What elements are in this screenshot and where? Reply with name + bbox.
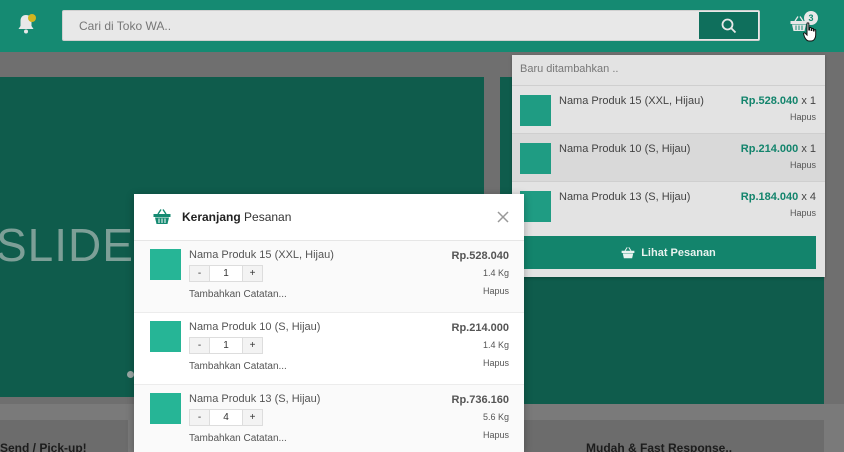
hand-cursor-icon bbox=[803, 22, 817, 42]
product-name: Nama Produk 15 (XXL, Hijau) bbox=[189, 249, 334, 261]
close-icon[interactable] bbox=[496, 210, 510, 224]
recent-title: Baru ditambahkan .. bbox=[520, 63, 619, 75]
decrease-qty-button[interactable]: - bbox=[190, 338, 209, 353]
add-note-link[interactable]: Tambahkan Catatan... bbox=[189, 289, 287, 300]
remove-link[interactable]: Hapus bbox=[483, 286, 509, 296]
product-price: Rp.214.000 bbox=[451, 322, 509, 334]
quantity-stepper: - 4 + bbox=[189, 409, 263, 426]
notification-dot bbox=[28, 14, 36, 22]
search-input[interactable] bbox=[63, 11, 699, 40]
cart-item: Nama Produk 10 (S, Hijau) - 1 + Tambahka… bbox=[134, 313, 524, 385]
product-thumbnail bbox=[150, 249, 181, 280]
decrease-qty-button[interactable]: - bbox=[190, 266, 209, 281]
basket-icon bbox=[153, 209, 171, 224]
search-icon bbox=[721, 18, 736, 33]
product-weight: 1.4 Kg bbox=[482, 268, 509, 278]
add-note-link[interactable]: Tambahkan Catatan... bbox=[189, 433, 287, 444]
product-name: Nama Produk 10 (S, Hijau) bbox=[189, 321, 321, 333]
product-thumbnail bbox=[520, 95, 551, 126]
search-bar bbox=[62, 10, 760, 41]
recent-item[interactable]: Nama Produk 10 (S, Hijau) Rp.214.000 x 1… bbox=[512, 133, 825, 181]
view-order-label: Lihat Pesanan bbox=[641, 246, 716, 259]
add-note-link[interactable]: Tambahkan Catatan... bbox=[189, 361, 287, 372]
product-price: Rp.528.040 x 1 bbox=[740, 95, 816, 107]
product-name: Nama Produk 13 (S, Hijau) bbox=[559, 191, 691, 203]
cart-modal: Keranjang Pesanan Nama Produk 15 (XXL, H… bbox=[134, 194, 524, 452]
remove-link[interactable]: Hapus bbox=[483, 358, 509, 368]
feature-title-right: Mudah & Fast Response.. bbox=[586, 441, 733, 452]
remove-link[interactable]: Hapus bbox=[790, 160, 816, 170]
product-name: Nama Produk 15 (XXL, Hijau) bbox=[559, 95, 704, 107]
decrease-qty-button[interactable]: - bbox=[190, 410, 209, 425]
quantity-value[interactable]: 1 bbox=[209, 266, 243, 281]
product-thumbnail bbox=[520, 143, 551, 174]
slider-dot[interactable] bbox=[127, 371, 134, 378]
product-name: Nama Produk 13 (S, Hijau) bbox=[189, 393, 321, 405]
product-thumbnail bbox=[150, 393, 181, 424]
feature-title-left: Send / Pick-up! bbox=[0, 441, 87, 452]
product-name: Nama Produk 10 (S, Hijau) bbox=[559, 143, 691, 155]
modal-header: Keranjang Pesanan bbox=[134, 194, 524, 241]
quantity-value[interactable]: 1 bbox=[209, 338, 243, 353]
remove-link[interactable]: Hapus bbox=[790, 112, 816, 122]
product-weight: 5.6 Kg bbox=[482, 412, 509, 422]
product-weight: 1.4 Kg bbox=[482, 340, 509, 350]
recent-item[interactable]: Nama Produk 15 (XXL, Hijau) Rp.528.040 x… bbox=[512, 85, 825, 133]
increase-qty-button[interactable]: + bbox=[243, 410, 262, 425]
product-price: Rp.528.040 bbox=[451, 250, 509, 262]
product-thumbnail bbox=[520, 191, 551, 222]
recent-cart-dropdown: Baru ditambahkan .. Nama Produk 15 (XXL,… bbox=[512, 55, 825, 277]
basket-icon bbox=[621, 246, 635, 258]
remove-link[interactable]: Hapus bbox=[790, 208, 816, 218]
increase-qty-button[interactable]: + bbox=[243, 266, 262, 281]
increase-qty-button[interactable]: + bbox=[243, 338, 262, 353]
search-button[interactable] bbox=[698, 11, 759, 40]
top-header: 3 bbox=[0, 0, 844, 52]
product-price: Rp.736.160 bbox=[451, 394, 509, 406]
product-price: Rp.184.040 x 4 bbox=[740, 191, 816, 203]
modal-title: Keranjang Pesanan bbox=[182, 210, 292, 224]
quantity-stepper: - 1 + bbox=[189, 337, 263, 354]
view-order-button[interactable]: Lihat Pesanan bbox=[521, 236, 816, 269]
product-thumbnail bbox=[150, 321, 181, 352]
quantity-value[interactable]: 4 bbox=[209, 410, 243, 425]
quantity-stepper: - 1 + bbox=[189, 265, 263, 282]
recent-item[interactable]: Nama Produk 13 (S, Hijau) Rp.184.040 x 4… bbox=[512, 181, 825, 229]
remove-link[interactable]: Hapus bbox=[483, 430, 509, 440]
product-price: Rp.214.000 x 1 bbox=[740, 143, 816, 155]
cart-item: Nama Produk 15 (XXL, Hijau) - 1 + Tambah… bbox=[134, 241, 524, 313]
cart-item: Nama Produk 13 (S, Hijau) - 4 + Tambahka… bbox=[134, 385, 524, 452]
